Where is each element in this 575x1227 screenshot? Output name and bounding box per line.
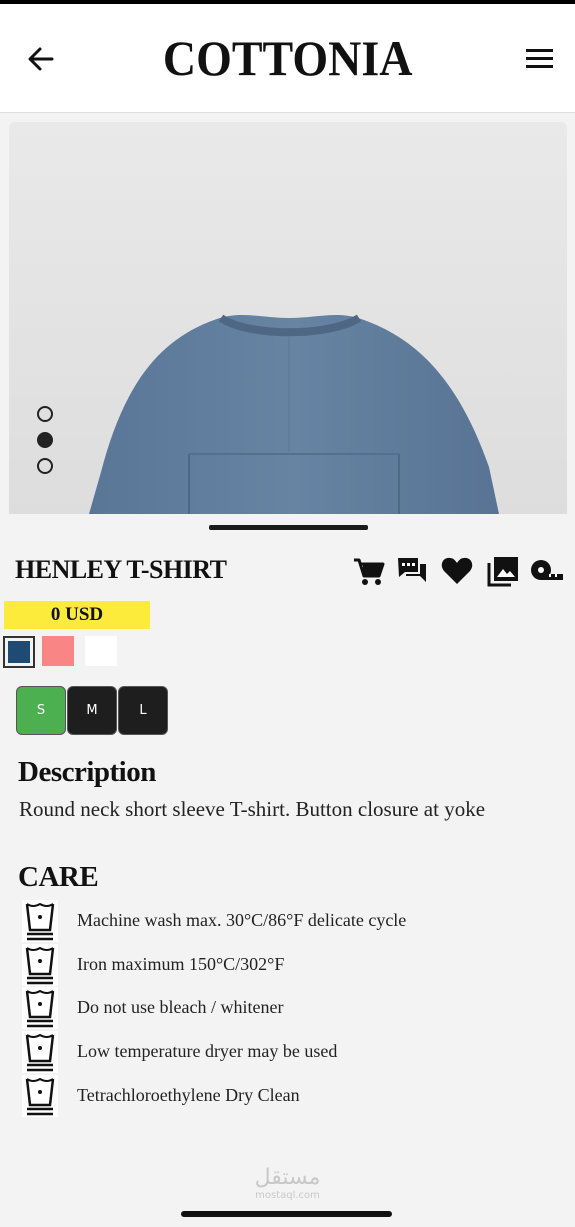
chat-button[interactable] <box>395 554 429 588</box>
color-swatch-navy[interactable] <box>3 636 35 668</box>
size-button-l[interactable]: L <box>118 686 168 735</box>
carousel-dot-2[interactable] <box>37 432 53 448</box>
add-to-cart-button[interactable] <box>352 554 386 588</box>
favorite-button[interactable] <box>440 554 474 588</box>
wash-tub-icon <box>22 944 58 986</box>
care-item: Iron maximum 150°C/302°F <box>22 944 542 988</box>
swatch-fill <box>42 636 74 666</box>
care-item: Do not use bleach / whitener <box>22 987 542 1031</box>
product-image-carousel[interactable] <box>9 122 567 514</box>
swatch-fill <box>85 636 117 666</box>
care-item: Machine wash max. 30°C/86°F delicate cyc… <box>22 900 542 944</box>
care-text: Machine wash max. 30°C/86°F delicate cyc… <box>77 910 407 930</box>
chat-icon <box>398 558 426 582</box>
sheet-drag-handle[interactable] <box>209 525 368 530</box>
home-indicator <box>181 1211 392 1217</box>
wash-tub-icon <box>22 1031 58 1073</box>
hamburger-menu-icon <box>526 49 553 68</box>
description-heading: Description <box>18 756 156 788</box>
arrow-left-icon <box>28 47 54 71</box>
watermark-latin: mostaql.com <box>255 1190 320 1201</box>
measuring-tape-icon <box>531 560 563 580</box>
swatch-fill <box>8 641 30 663</box>
product-title: HENLEY T-SHIRT <box>15 555 227 584</box>
color-swatch-pink[interactable] <box>42 636 74 666</box>
wash-tub-icon <box>22 900 58 942</box>
heart-icon <box>441 557 473 584</box>
cart-icon <box>354 558 385 585</box>
care-text: Do not use bleach / whitener <box>77 997 284 1017</box>
menu-button[interactable] <box>525 46 555 72</box>
carousel-dot-3[interactable] <box>37 458 53 474</box>
price-badge: 0 USD <box>4 601 150 629</box>
watermark-arabic: مستقل <box>254 1165 321 1190</box>
color-swatch-white[interactable] <box>85 636 117 666</box>
back-button[interactable] <box>26 44 56 74</box>
size-guide-button[interactable] <box>529 554 563 588</box>
size-button-s[interactable]: S <box>16 686 66 735</box>
brand-logo: COTTONIA <box>162 30 413 86</box>
care-heading: CARE <box>18 861 99 893</box>
wash-tub-icon <box>22 987 58 1029</box>
carousel-dot-1[interactable] <box>37 406 53 422</box>
gallery-icon <box>487 557 518 587</box>
app-header: COTTONIA <box>0 4 575 113</box>
wash-tub-icon <box>22 1075 58 1117</box>
blue-tshirt-photo <box>9 122 567 514</box>
size-button-m[interactable]: M <box>67 686 117 735</box>
gallery-button[interactable] <box>486 554 520 588</box>
product-action-icons <box>352 554 567 588</box>
care-text: Low temperature dryer may be used <box>77 1041 338 1061</box>
care-text: Tetrachloroethylene Dry Clean <box>77 1085 300 1105</box>
care-text: Iron maximum 150°C/302°F <box>77 954 285 974</box>
care-item: Low temperature dryer may be used <box>22 1031 542 1075</box>
care-item: Tetrachloroethylene Dry Clean <box>22 1075 542 1119</box>
description-text: Round neck short sleeve T-shirt. Button … <box>19 797 486 821</box>
